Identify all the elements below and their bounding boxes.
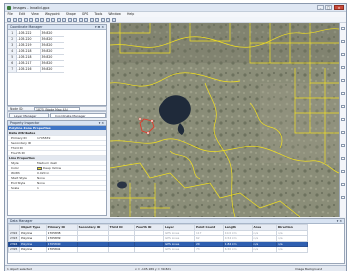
application-window: Images - Invalid.gpx – □ × File Edit Vie…: [4, 3, 347, 271]
tab-layer-manager-label: Layer Manager: [14, 113, 37, 118]
map-svg[interactable]: [110, 23, 339, 217]
select-icon[interactable]: [67, 18, 72, 22]
track-icon[interactable]: [100, 18, 105, 22]
property-value[interactable]: 1: [37, 186, 39, 191]
pointer-icon[interactable]: [45, 18, 50, 22]
pin-icon[interactable]: ▾ ×: [337, 219, 342, 224]
tab-layer-manager[interactable]: Layer Manager: [9, 112, 49, 118]
coordinate-row[interactable]: 7 -105.216 39.820: [8, 66, 64, 73]
tab-coordinate-manager-label: Coordinate Manager: [55, 113, 86, 118]
light-terrain-area: [260, 83, 339, 163]
color-swatch: [37, 166, 42, 170]
layer-cell[interactable]: GPS Lines: [162, 246, 195, 253]
app-icon: [7, 6, 11, 10]
measure-icon[interactable]: [84, 18, 88, 22]
vertex-handle[interactable]: [146, 131, 150, 135]
primary-id-cell[interactable]: 1705841: [45, 246, 78, 253]
status-coordinates: x = -105.189 y = 39.821: [135, 267, 171, 271]
pan-icon[interactable]: [51, 18, 55, 22]
map-tool-icon[interactable]: [341, 66, 345, 69]
map-tool-icon[interactable]: [341, 144, 345, 147]
property-inspector-title: Property Inspector: [10, 121, 40, 125]
object-type-cell[interactable]: Polyline: [19, 246, 47, 253]
map-tool-icon[interactable]: [341, 183, 345, 186]
map-tool-icon[interactable]: [341, 118, 345, 121]
map-tool-icon[interactable]: [341, 131, 345, 134]
title-bar: Images - Invalid.gpx – □ ×: [5, 4, 346, 12]
third-id-cell[interactable]: [107, 246, 136, 253]
map-tool-icon[interactable]: [341, 27, 345, 30]
status-selection: 1 object selected: [7, 267, 32, 271]
secondary-id-cell[interactable]: [76, 246, 109, 253]
tab-coordinate-manager[interactable]: Coordinate Manager: [50, 112, 106, 118]
status-bar: 1 object selected x = -105.189 y = 39.82…: [5, 265, 346, 271]
coordinate-manager-panel: Coordinate Manager ▾ ⊞ × 1 -105.222 39.820…: [7, 24, 107, 106]
direction-cell[interactable]: n/a: [275, 246, 309, 253]
route-icon[interactable]: [106, 18, 110, 22]
map-tool-icon[interactable]: [341, 92, 345, 95]
latitude-cell[interactable]: 39.820: [40, 66, 64, 73]
draw-icon[interactable]: [73, 18, 77, 22]
gps-icon[interactable]: [89, 18, 94, 22]
coordinate-table: 1 -105.222 39.820 2 -105.220 39.820 3 -105.219 3…: [8, 30, 64, 73]
panel-tabs: Layer Manager Coordinate Manager: [7, 111, 107, 118]
window-title: Images - Invalid.gpx: [13, 5, 50, 10]
map-tool-icon[interactable]: [341, 170, 345, 173]
map-tool-icon[interactable]: [341, 79, 345, 82]
coordinate-manager-title: Coordinate Manager: [10, 25, 43, 29]
pin-icon[interactable]: ▾ ⊞ ×: [95, 25, 104, 30]
copy-icon[interactable]: [29, 18, 33, 22]
row-number: 7: [8, 66, 17, 73]
small-pond: [117, 181, 127, 189]
refresh-icon[interactable]: [111, 18, 116, 22]
point-count-cell[interactable]: 73: [193, 246, 224, 253]
vertex-icon[interactable]: [78, 18, 83, 22]
map-canvas[interactable]: [110, 23, 339, 217]
waypoint-icon[interactable]: [95, 18, 99, 22]
data-manager-panel: Data Manager ▾ × Object Type Primary ID …: [7, 218, 345, 264]
vertex-handle[interactable]: [138, 117, 142, 121]
map-tool-icon[interactable]: [341, 196, 345, 199]
status-layer: Image Background: [295, 267, 323, 271]
length-cell[interactable]: 6.50 km: [222, 246, 253, 253]
paste-icon[interactable]: [34, 18, 39, 22]
vertex-handle[interactable]: [150, 119, 154, 123]
table-row[interactable]: 2395 Polyline 1705841 GPS Lines 73 6.50 km n/a…: [8, 246, 309, 253]
close-button[interactable]: ×: [334, 5, 344, 10]
fourth-id-cell[interactable]: [134, 246, 164, 253]
color-name: Deep Yellow: [43, 166, 62, 170]
map-tool-icon[interactable]: [341, 53, 345, 56]
zoom-in-icon[interactable]: [56, 18, 61, 22]
row-number[interactable]: 2395: [8, 246, 21, 253]
data-manager-table: Object Type Primary ID Secondary ID Thir…: [8, 224, 309, 253]
maximize-button[interactable]: □: [325, 5, 332, 10]
undo-icon[interactable]: [40, 18, 44, 22]
open-icon[interactable]: [7, 18, 11, 22]
longitude-cell[interactable]: -105.216: [16, 66, 41, 73]
area-cell[interactable]: n/a: [251, 246, 277, 253]
cut-icon[interactable]: [23, 18, 28, 22]
map-tool-icon[interactable]: [341, 105, 345, 108]
map-tool-icon[interactable]: [341, 40, 345, 43]
zoom-out-icon[interactable]: [62, 18, 66, 22]
data-manager-title: Data Manager: [10, 219, 33, 223]
print-icon[interactable]: [18, 18, 22, 22]
property-key: Scale: [11, 186, 20, 190]
save-icon[interactable]: [12, 18, 17, 22]
map-side-toolbar: [339, 23, 346, 217]
property-row[interactable]: Scale 1: [8, 186, 106, 191]
coordinate-manager-header: Coordinate Manager ▾ ⊞ ×: [8, 25, 106, 30]
minimize-button[interactable]: –: [317, 5, 324, 10]
property-inspector-panel: Property Inspector ▾ × Polyline Zone Pro…: [7, 120, 107, 216]
data-manager-header: Data Manager ▾ ×: [8, 219, 344, 224]
map-tool-icon[interactable]: [341, 157, 345, 160]
